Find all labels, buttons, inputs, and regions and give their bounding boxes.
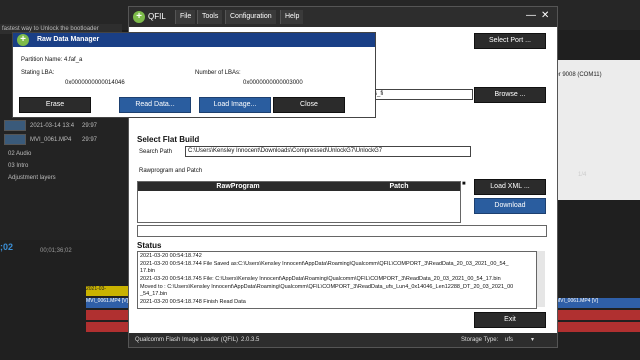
rawprogram-patch-label: Rawprogram and Patch	[139, 168, 203, 174]
storage-type-label: Storage Type:	[461, 337, 499, 343]
search-path-field[interactable]: C:\Users\Kensley Innocent\Downloads\Comp…	[185, 146, 471, 157]
timeline-audio-clip[interactable]	[86, 322, 128, 332]
status-line: 2021-03-20 00:54:18.745 File: C:\Users\K…	[140, 276, 501, 282]
status-heading: Status	[137, 241, 162, 250]
load-image-button[interactable]: Load Image...	[199, 97, 271, 113]
timeline-audio-clip[interactable]	[86, 310, 128, 320]
num-lbas-label: Number of LBAs:	[195, 70, 241, 76]
menu-file[interactable]: File	[175, 10, 196, 24]
status-log[interactable]: 2021-03-20 00:54:18.742 2021-03-20 00:54…	[137, 251, 537, 309]
device-port-text: der 9008 (COM11)	[552, 72, 602, 78]
rdm-title: Raw Data Manager	[37, 36, 100, 43]
num-lbas-value: 0x0000000000003000	[243, 80, 303, 86]
raw-data-manager-dialog: + Raw Data Manager Partition Name: 4.faf…	[12, 32, 376, 118]
status-line: 2021-03-20 00:54:18.744 File Saved as:C:…	[140, 261, 509, 267]
exit-button[interactable]: Exit	[474, 312, 546, 328]
select-port-button[interactable]: Select Port ...	[474, 33, 546, 49]
clip-framerate: 29:97	[82, 137, 98, 143]
scroll-marker: ■	[462, 181, 466, 187]
storage-type-dropdown-icon[interactable]: ▾	[531, 333, 534, 347]
select-flat-build-heading: Select Flat Build	[137, 135, 200, 144]
list-item[interactable]: MVI_0061.MP4 29:97	[0, 134, 128, 146]
menu-configuration[interactable]: Configuration	[225, 10, 276, 24]
read-data-button[interactable]: Read Data...	[119, 97, 191, 113]
rawprogram-table: RawProgram Patch	[137, 181, 461, 223]
erase-button[interactable]: Erase	[19, 97, 91, 113]
download-button[interactable]: Download	[474, 198, 546, 214]
list-item[interactable]: 03 Intro	[0, 160, 128, 172]
status-line: 2021-03-20 00:54:18.742	[140, 253, 202, 259]
program-monitor-view: der 9008 (COM11)	[548, 60, 640, 200]
menu-help[interactable]: Help	[280, 10, 304, 24]
list-item[interactable]: 02 Audio	[0, 148, 128, 160]
browse-button[interactable]: Browse ...	[474, 87, 546, 103]
starting-lba-value: 0x0000000000014046	[65, 80, 125, 86]
col-patch[interactable]: Patch	[338, 182, 460, 191]
clip-framerate: 29:97	[82, 123, 98, 129]
footer-app-name: Qualcomm Flash Image Loader (QFIL)	[135, 337, 239, 343]
list-item[interactable]: Adjustment layers	[0, 172, 128, 184]
timeline-audio-clip[interactable]	[556, 310, 640, 320]
status-line: 17.bin	[140, 268, 155, 274]
status-scrollbar[interactable]	[537, 251, 545, 307]
bin-name: 02 Audio	[8, 151, 32, 157]
menu-tools[interactable]: Tools	[197, 10, 223, 24]
search-path-label: Search Path	[139, 149, 173, 155]
app-name: QFIL	[148, 12, 166, 21]
list-item[interactable]: 2021-03-14 13:4 29:97	[0, 120, 128, 132]
rdm-title-bar: + Raw Data Manager	[13, 33, 375, 47]
col-rawprogram[interactable]: RawProgram	[138, 182, 338, 191]
starting-lba-label: Stating LBA:	[21, 70, 55, 76]
minimize-icon[interactable]: —	[526, 10, 536, 22]
partition-name-label: Partition Name: 4.faf_a	[21, 57, 83, 63]
timecode: ;02	[0, 242, 14, 252]
bin-name: 03 Intro	[8, 163, 29, 169]
close-button[interactable]: Close	[273, 97, 345, 113]
status-line: _54_17.bin	[140, 291, 168, 297]
clip-thumbnail	[4, 120, 26, 131]
clip-name: MVI_0061.MP4	[30, 137, 72, 143]
progress-bar	[137, 225, 547, 237]
timeline-clip[interactable]: MVI_0061.MP4 [V]	[86, 298, 128, 308]
status-line: 2021-03-20 00:54:18.748 Finish Read Data	[140, 299, 246, 305]
program-monitor: der 9008 (COM11) 1/4	[548, 30, 640, 240]
load-xml-button[interactable]: Load XML ...	[474, 179, 546, 195]
qfil-title-bar: + QFIL File Tools Configuration Help — ✕	[129, 7, 557, 27]
status-bar: Qualcomm Flash Image Loader (QFIL) 2.0.3…	[129, 333, 557, 347]
clip-name: 2021-03-14 13:4	[30, 123, 75, 129]
qfil-logo-icon: +	[133, 11, 145, 23]
timeline-audio-clip[interactable]	[556, 322, 640, 332]
close-icon[interactable]: ✕	[541, 10, 549, 22]
timeline-clip[interactable]: 2021-03-	[86, 286, 128, 296]
status-line: Moved to : C:\Users\Kensley Innocent\App…	[140, 284, 514, 290]
bin-name: Adjustment layers	[8, 175, 56, 181]
clip-thumbnail	[4, 134, 26, 145]
footer-version: 2.0.3.5	[241, 337, 260, 343]
page-indicator: 1/4	[578, 172, 587, 178]
qfil-logo-icon: +	[17, 34, 29, 46]
timeline-clip[interactable]: MVI_0061.MP4 [V]	[556, 298, 640, 308]
storage-type-value: ufs	[505, 337, 514, 343]
